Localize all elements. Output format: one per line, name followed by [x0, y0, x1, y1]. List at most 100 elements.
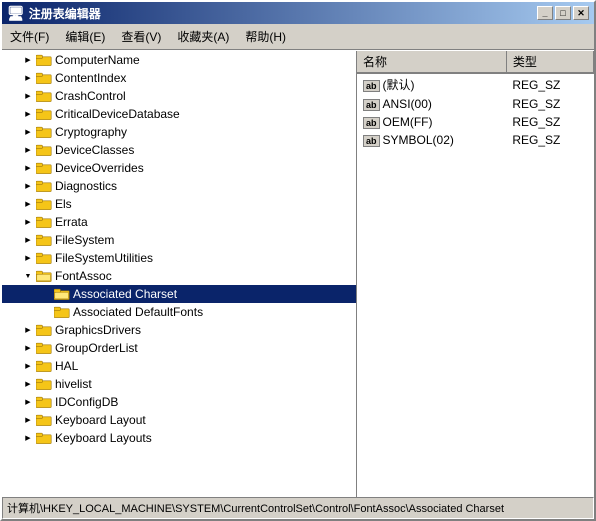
tree-label: CrashControl	[55, 89, 126, 103]
reg-type-cell: REG_SZ	[506, 131, 593, 149]
window-controls: _ □ ✕	[537, 6, 589, 20]
tree-item-HAL[interactable]: HAL	[2, 357, 356, 375]
tree-label: Els	[55, 197, 72, 211]
folder-icon	[36, 143, 52, 157]
reg-type-cell: REG_SZ	[506, 73, 593, 95]
folder-icon	[36, 233, 52, 247]
tree-item-Cryptography[interactable]: Cryptography	[2, 123, 356, 141]
tree-label: DeviceOverrides	[55, 161, 144, 175]
tree-expander-collapsed[interactable]	[20, 394, 36, 410]
table-row[interactable]: abOEM(FF)REG_SZ	[357, 113, 594, 131]
reg-type-icon: ab	[363, 135, 380, 147]
tree-expander-collapsed[interactable]	[20, 178, 36, 194]
tree-expander-collapsed[interactable]	[20, 412, 36, 428]
tree-item-FileSystemUtilities[interactable]: FileSystemUtilities	[2, 249, 356, 267]
tree-item-GroupOrderList[interactable]: GroupOrderList	[2, 339, 356, 357]
folder-icon	[36, 251, 52, 265]
reg-name-cell: abOEM(FF)	[357, 113, 506, 131]
table-row[interactable]: abANSI(00)REG_SZ	[357, 95, 594, 113]
registry-scroll[interactable]: 名称 类型 ab(默认)REG_SZabANSI(00)REG_SZabOEM(…	[357, 51, 594, 497]
close-button[interactable]: ✕	[573, 6, 589, 20]
menu-file[interactable]: 文件(F)	[2, 26, 57, 47]
tree-label: hivelist	[55, 377, 92, 391]
col-type: 类型	[506, 51, 593, 73]
menu-favorites[interactable]: 收藏夹(A)	[169, 26, 237, 47]
tree-expander-collapsed[interactable]	[20, 358, 36, 374]
tree-item-AssociatedCharset[interactable]: Associated Charset	[2, 285, 356, 303]
tree-expander-collapsed[interactable]	[20, 232, 36, 248]
folder-icon	[54, 305, 70, 319]
tree-item-IDConfigDB[interactable]: IDConfigDB	[2, 393, 356, 411]
tree-expander-collapsed[interactable]	[20, 322, 36, 338]
tree-item-CriticalDeviceDatabase[interactable]: CriticalDeviceDatabase	[2, 105, 356, 123]
table-row[interactable]: abSYMBOL(02)REG_SZ	[357, 131, 594, 149]
folder-icon	[36, 431, 52, 445]
tree-expander-collapsed[interactable]	[20, 52, 36, 68]
menu-edit[interactable]: 编辑(E)	[57, 26, 113, 47]
folder-icon	[36, 179, 52, 193]
tree-item-Els[interactable]: Els	[2, 195, 356, 213]
tree-expander-collapsed[interactable]	[20, 250, 36, 266]
reg-type-cell: REG_SZ	[506, 95, 593, 113]
tree-item-ContentIndex[interactable]: ContentIndex	[2, 69, 356, 87]
tree-expander-collapsed[interactable]	[20, 124, 36, 140]
folder-icon	[36, 395, 52, 409]
menu-view[interactable]: 查看(V)	[113, 26, 169, 47]
tree-expander-none	[38, 304, 54, 320]
tree-item-ComputerName[interactable]: ComputerName	[2, 51, 356, 69]
tree-expander-collapsed[interactable]	[20, 88, 36, 104]
window-title: 注册表编辑器	[29, 5, 537, 22]
tree-item-GraphicsDrivers[interactable]: GraphicsDrivers	[2, 321, 356, 339]
table-row[interactable]: ab(默认)REG_SZ	[357, 73, 594, 95]
tree-item-KeyboardLayouts[interactable]: Keyboard Layouts	[2, 429, 356, 447]
tree-item-AssociatedDefaultFonts[interactable]: Associated DefaultFonts	[2, 303, 356, 321]
tree-expander-expanded[interactable]	[20, 268, 36, 284]
tree-label: ContentIndex	[55, 71, 126, 85]
tree-label: GraphicsDrivers	[55, 323, 141, 337]
main-content: ComputerName ContentIndex CrashControl C…	[2, 50, 594, 497]
tree-scroll[interactable]: ComputerName ContentIndex CrashControl C…	[2, 51, 356, 497]
tree-expander-collapsed[interactable]	[20, 430, 36, 446]
menu-help[interactable]: 帮助(H)	[237, 26, 294, 47]
tree-expander-none	[38, 286, 54, 302]
tree-label: Associated Charset	[73, 287, 177, 301]
tree-expander-collapsed[interactable]	[20, 142, 36, 158]
tree-item-CrashControl[interactable]: CrashControl	[2, 87, 356, 105]
menu-bar: 文件(F) 编辑(E) 查看(V) 收藏夹(A) 帮助(H)	[2, 24, 594, 50]
folder-icon	[36, 341, 52, 355]
tree-item-FontAssoc[interactable]: FontAssoc	[2, 267, 356, 285]
tree-expander-collapsed[interactable]	[20, 376, 36, 392]
minimize-button[interactable]: _	[537, 6, 553, 20]
tree-label: HAL	[55, 359, 78, 373]
folder-icon	[36, 323, 52, 337]
tree-item-Diagnostics[interactable]: Diagnostics	[2, 177, 356, 195]
tree-expander-collapsed[interactable]	[20, 340, 36, 356]
tree-label: Cryptography	[55, 125, 127, 139]
tree-item-DeviceClasses[interactable]: DeviceClasses	[2, 141, 356, 159]
tree-label: Keyboard Layout	[55, 413, 146, 427]
tree-label: FontAssoc	[55, 269, 112, 283]
folder-icon	[36, 107, 52, 121]
folder-icon	[36, 71, 52, 85]
tree-label: CriticalDeviceDatabase	[55, 107, 180, 121]
tree-item-DeviceOverrides[interactable]: DeviceOverrides	[2, 159, 356, 177]
reg-type-icon: ab	[363, 117, 380, 129]
status-text: 计算机\HKEY_LOCAL_MACHINE\SYSTEM\CurrentCon…	[7, 500, 504, 516]
tree-expander-collapsed[interactable]	[20, 160, 36, 176]
tree-expander-collapsed[interactable]	[20, 106, 36, 122]
reg-name-cell: abANSI(00)	[357, 95, 506, 113]
maximize-button[interactable]: □	[555, 6, 571, 20]
tree-item-FileSystem[interactable]: FileSystem	[2, 231, 356, 249]
folder-icon	[36, 125, 52, 139]
folder-icon	[36, 377, 52, 391]
tree-item-hivelist[interactable]: hivelist	[2, 375, 356, 393]
tree-expander-collapsed[interactable]	[20, 196, 36, 212]
tree-expander-collapsed[interactable]	[20, 70, 36, 86]
tree-item-KeyboardLayout[interactable]: Keyboard Layout	[2, 411, 356, 429]
tree-expander-collapsed[interactable]	[20, 214, 36, 230]
tree-label: Keyboard Layouts	[55, 431, 152, 445]
col-name: 名称	[357, 51, 506, 73]
tree-item-Errata[interactable]: Errata	[2, 213, 356, 231]
reg-name-cell: ab(默认)	[357, 73, 506, 95]
reg-type-icon: ab	[363, 80, 380, 92]
